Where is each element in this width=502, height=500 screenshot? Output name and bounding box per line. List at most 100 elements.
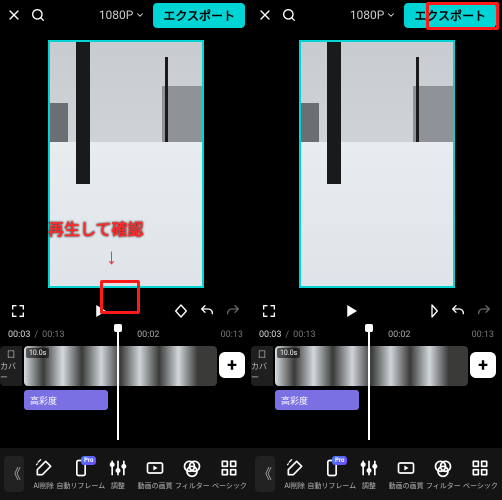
screen-left: 1080P エクスポート 再生して確認 ↓ 0 <box>0 0 251 500</box>
effect-track[interactable]: 高彩度 <box>251 390 502 410</box>
tool-auto-reframe[interactable]: Pro 自動リフレーム <box>63 458 98 491</box>
resolution-label: 1080P <box>350 8 385 22</box>
cover-thumb: 囗 <box>258 349 266 360</box>
pro-badge: Pro <box>81 456 96 465</box>
effect-track[interactable]: 高彩度 <box>0 390 251 410</box>
cover-label: カバー <box>0 361 22 383</box>
video-preview[interactable] <box>48 40 204 288</box>
tool-video-quality[interactable]: 動画の画質 <box>389 458 424 491</box>
resolution-selector[interactable]: 1080P <box>93 5 146 25</box>
effect-label: 高彩度 <box>30 394 57 407</box>
fullscreen-icon[interactable] <box>261 303 277 319</box>
tool-adjust[interactable]: 調整 <box>351 458 386 491</box>
screen-right: 1080P エクスポート 00:03 / 00: <box>251 0 502 500</box>
tool-label: 調整 <box>362 481 376 491</box>
tool-adjust[interactable]: 調整 <box>100 458 135 491</box>
effect-clip[interactable]: 高彩度 <box>275 390 359 410</box>
clip-duration-tag: 10.0s <box>277 348 300 358</box>
time-playhead: 00:02 <box>137 330 159 340</box>
tool-label: AI削除 <box>33 481 53 491</box>
cover-thumb: 囗 <box>7 349 15 360</box>
tool-basic[interactable]: ベーシック <box>212 458 247 491</box>
effect-label: 高彩度 <box>281 394 308 407</box>
tool-auto-reframe[interactable]: Pro 自動リフレーム <box>314 458 349 491</box>
tool-label: 自動リフレーム <box>307 481 356 491</box>
filter-icon <box>182 458 202 478</box>
time-row: 00:03 / 00:13 00:02 00:13 <box>0 328 251 342</box>
preview-area <box>0 30 251 288</box>
timeline[interactable]: 囗 カバー 10.0s + 高彩度 <box>0 342 251 414</box>
cover-label: カバー <box>251 361 273 383</box>
tool-label: フィルター <box>175 481 210 491</box>
time-end: 00:13 <box>472 330 494 340</box>
close-icon[interactable] <box>6 7 22 23</box>
search-icon[interactable] <box>30 7 46 23</box>
undo-icon[interactable] <box>450 303 466 319</box>
time-total: 00:13 <box>293 330 315 340</box>
keyframe-icon[interactable] <box>424 303 440 319</box>
bottom-toolbar: 《 AI削除 Pro 自動リフレーム 調整 動画の画質 フィルター ベーシック <box>0 448 251 500</box>
video-clip[interactable]: 10.0s <box>24 346 217 386</box>
playhead[interactable] <box>117 328 119 440</box>
annotation-arrow: ↓ <box>106 244 117 270</box>
chevron-down-icon <box>135 10 145 20</box>
basic-icon <box>470 458 490 478</box>
video-clip[interactable]: 10.0s <box>275 346 468 386</box>
clip-duration-tag: 10.0s <box>26 348 49 358</box>
keyframe-icon[interactable] <box>173 303 189 319</box>
time-current: 00:03 <box>8 330 30 340</box>
quality-icon <box>396 458 416 478</box>
fullscreen-icon[interactable] <box>10 303 26 319</box>
close-icon[interactable] <box>257 7 273 23</box>
eraser-icon <box>34 458 54 478</box>
resolution-selector[interactable]: 1080P <box>344 5 397 25</box>
playhead[interactable] <box>368 328 370 440</box>
add-clip-button[interactable]: + <box>470 352 496 378</box>
cover-button[interactable]: 囗 カバー <box>0 346 22 386</box>
chevron-down-icon <box>386 10 396 20</box>
basic-icon <box>219 458 239 478</box>
annotation-play-confirm: 再生して確認 <box>48 216 144 240</box>
tool-label: ベーシック <box>463 481 498 491</box>
export-button[interactable]: エクスポート <box>153 3 245 28</box>
time-playhead: 00:02 <box>388 330 410 340</box>
add-clip-button[interactable]: + <box>219 352 245 378</box>
eraser-icon <box>285 458 305 478</box>
search-icon[interactable] <box>281 7 297 23</box>
toolbar-back[interactable]: 《 <box>255 456 275 492</box>
tool-filter[interactable]: フィルター <box>426 458 461 491</box>
tool-label: フィルター <box>426 481 461 491</box>
annotation-box-play <box>100 280 140 314</box>
time-current: 00:03 <box>259 330 281 340</box>
quality-icon <box>145 458 165 478</box>
video-preview[interactable] <box>299 40 455 288</box>
annotation-box-export <box>426 2 499 30</box>
cover-button[interactable]: 囗 カバー <box>251 346 273 386</box>
sliders-icon <box>108 458 128 478</box>
bottom-toolbar: 《 AI削除 Pro 自動リフレーム 調整 動画の画質 フィルター ベーシック <box>251 448 502 500</box>
redo-icon[interactable] <box>225 303 241 319</box>
toolbar-back[interactable]: 《 <box>4 456 24 492</box>
sliders-icon <box>359 458 379 478</box>
video-track[interactable]: 囗 カバー 10.0s + <box>251 346 502 386</box>
time-end: 00:13 <box>221 330 243 340</box>
tool-basic[interactable]: ベーシック <box>463 458 498 491</box>
tool-label: 動画の画質 <box>138 481 173 491</box>
redo-icon[interactable] <box>476 303 492 319</box>
video-track[interactable]: 囗 カバー 10.0s + <box>0 346 251 386</box>
time-row: 00:03 / 00:13 00:02 00:13 <box>251 328 502 342</box>
pro-badge: Pro <box>332 456 347 465</box>
play-button[interactable] <box>337 297 365 325</box>
preview-area <box>251 30 502 288</box>
undo-icon[interactable] <box>199 303 215 319</box>
filter-icon <box>433 458 453 478</box>
tool-label: 自動リフレーム <box>56 481 105 491</box>
effect-clip[interactable]: 高彩度 <box>24 390 108 410</box>
timeline[interactable]: 囗 カバー 10.0s + 高彩度 <box>251 342 502 414</box>
top-bar: 1080P エクスポート <box>0 0 251 30</box>
time-total: 00:13 <box>42 330 64 340</box>
tool-video-quality[interactable]: 動画の画質 <box>138 458 173 491</box>
tool-filter[interactable]: フィルター <box>175 458 210 491</box>
tool-label: 動画の画質 <box>389 481 424 491</box>
resolution-label: 1080P <box>99 8 134 22</box>
